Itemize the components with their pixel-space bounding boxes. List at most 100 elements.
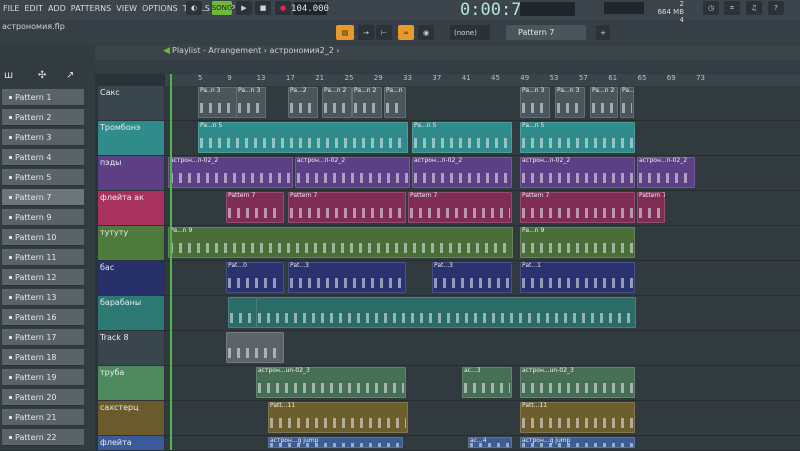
stop-button[interactable]: ■ <box>255 1 271 15</box>
pattern-list-item[interactable]: Pattern 18 <box>2 349 84 366</box>
track-header[interactable]: Тромбонэ <box>98 121 164 155</box>
pattern-list-item[interactable]: Pattern 3 <box>2 129 84 146</box>
menu-add[interactable]: ADD <box>48 4 66 13</box>
playlist-clip[interactable]: Pattern 7 <box>520 192 635 223</box>
playlist-clip[interactable]: Pa...n <box>620 87 634 118</box>
playlist-clip[interactable]: Pa...n 9 <box>520 227 635 258</box>
playlist-clip[interactable]: астрон...un-02_3 <box>256 367 406 398</box>
playlist-clip[interactable]: астрон...g jump <box>268 437 403 448</box>
playlist-clip[interactable]: астрон...п-02_2 <box>295 157 410 188</box>
song-mode-button[interactable]: SONG <box>212 1 232 15</box>
picker-audio-icon[interactable]: ↗ <box>66 70 74 81</box>
record-button[interactable]: ● <box>275 1 291 15</box>
playlist-clip[interactable]: Pa...n 2 <box>590 87 618 118</box>
snap-tool-icon[interactable]: ∞ <box>398 25 414 40</box>
pattern-list-item[interactable]: Pattern 21 <box>2 409 84 426</box>
track-header[interactable]: флейта <box>98 436 164 450</box>
pattern-list-item[interactable]: Pattern 22 <box>2 429 84 446</box>
microphone-icon[interactable]: ♫ <box>746 1 762 15</box>
menu-file[interactable]: FILE <box>3 4 19 13</box>
playlist-clip[interactable]: Pa...n 2 <box>352 87 382 118</box>
playlist-clip[interactable]: Pattern 7 <box>637 192 665 223</box>
playlist-clip[interactable] <box>226 332 284 363</box>
playlist-clip[interactable]: Patt...11 <box>268 402 408 433</box>
playlist-clip[interactable]: Pattern 7 <box>226 192 284 223</box>
track-header[interactable]: труба <box>98 366 164 400</box>
track-header[interactable]: сахстерц <box>98 401 164 435</box>
track-header[interactable]: тутуту <box>98 226 164 260</box>
pattern-list-item[interactable]: Pattern 1 <box>2 89 84 106</box>
pattern-list-item[interactable]: Pattern 17 <box>2 329 84 346</box>
menu-edit[interactable]: EDIT <box>24 4 42 13</box>
playlist-clip[interactable]: Pat...1 <box>520 262 635 293</box>
pattern-list-item[interactable]: Pattern 16 <box>2 309 84 326</box>
playlist-clip[interactable]: Pattern 7 <box>408 192 512 223</box>
record-mode-icon[interactable]: ◐ <box>186 1 202 15</box>
browse-mode-button[interactable]: ▤ <box>336 25 354 40</box>
pattern-list-item[interactable]: Pattern 13 <box>2 289 84 306</box>
playlist-clip[interactable]: астрон...п-02_2 <box>412 157 512 188</box>
arrow-tool-icon[interactable]: → <box>358 25 374 40</box>
menu-view[interactable]: VIEW <box>116 4 137 13</box>
none-selector[interactable]: (none) <box>450 25 490 40</box>
playlist-clip[interactable]: Pa...n 3 <box>520 87 550 118</box>
timeline-ruler[interactable]: 5 9 13 17 21 25 29 33 37 41 45 49 53 57 61 65 69 73 <box>165 74 800 86</box>
playlist-clip[interactable]: астрон...g jump <box>520 437 635 448</box>
playlist-clip[interactable]: астрон...п-02_2 <box>637 157 695 188</box>
pattern-list-item[interactable]: Pattern 20 <box>2 389 84 406</box>
pattern-list-item[interactable]: Pattern 12 <box>2 269 84 286</box>
pattern-selector[interactable]: Pattern 7 <box>506 25 586 40</box>
pattern-list-item[interactable]: Pattern 7 <box>2 189 84 206</box>
playlist-clip[interactable] <box>256 297 636 328</box>
playlist-clip[interactable]: ас...4 <box>468 437 512 448</box>
playlist-clip[interactable]: Pat...0 <box>226 262 284 293</box>
playlist-clip[interactable]: Pa...2 <box>288 87 318 118</box>
add-pattern-icon[interactable]: + <box>596 25 610 40</box>
pattern-list-item[interactable]: Pattern 10 <box>2 229 84 246</box>
playlist-clip[interactable]: Pa...n 9 <box>168 227 513 258</box>
playlist-clip[interactable]: Pa...n 3 <box>236 87 266 118</box>
pattern-list-item[interactable]: Pattern 11 <box>2 249 84 266</box>
slice-tool-icon[interactable]: ⊢ <box>376 25 392 40</box>
track-header[interactable]: пэды <box>98 156 164 190</box>
playlist-clip[interactable]: Pat...3 <box>432 262 512 293</box>
clock-icon[interactable]: ◷ <box>703 1 719 15</box>
picker-pattern-icon[interactable]: ш <box>4 70 13 81</box>
track-header[interactable]: Сакс <box>98 86 164 120</box>
tempo-icon[interactable]: ⌗ <box>724 1 740 15</box>
playlist-clip[interactable]: Pa...n <box>384 87 406 118</box>
playhead[interactable] <box>170 74 172 450</box>
pattern-list-item[interactable]: Pattern 5 <box>2 169 84 186</box>
playlist-clip[interactable]: астрон...п-02_2 <box>168 157 293 188</box>
playlist-clip[interactable]: ас...3 <box>462 367 512 398</box>
playlist-clip[interactable]: Pa...n 3 <box>555 87 585 118</box>
playlist-clip[interactable]: Pa...n 5 <box>412 122 512 153</box>
playlist-clip[interactable]: Patt...11 <box>520 402 635 433</box>
tempo-display[interactable]: 104.000 <box>291 2 329 15</box>
pattern-list-item[interactable]: Pattern 4 <box>2 149 84 166</box>
track-lane[interactable] <box>165 401 800 436</box>
playlist-clip[interactable]: астрон...п-02_2 <box>520 157 635 188</box>
help-icon[interactable]: ? <box>768 1 784 15</box>
menu-patterns[interactable]: PATTERNS <box>71 4 111 13</box>
pattern-list-item[interactable]: Pattern 2 <box>2 109 84 126</box>
play-button[interactable]: ▶ <box>236 1 252 15</box>
track-header[interactable]: барабаны <box>98 296 164 330</box>
record-tool-icon[interactable]: ◉ <box>418 25 434 40</box>
playlist-clip[interactable]: Pat...3 <box>288 262 406 293</box>
track-header[interactable]: Track 8 <box>98 331 164 365</box>
memory-line-3: 4 <box>679 16 684 24</box>
track-header[interactable]: бас <box>98 261 164 295</box>
track-header[interactable]: флейта ак <box>98 191 164 225</box>
playlist-clip[interactable]: Pa...n 2 <box>322 87 352 118</box>
menu-options[interactable]: OPTIONS <box>142 4 178 13</box>
pattern-list-item[interactable]: Pattern 19 <box>2 369 84 386</box>
playlist-arrow-icon[interactable]: ◀ <box>163 46 170 56</box>
picker-move-icon[interactable]: ✣ <box>38 70 46 81</box>
playlist-clip[interactable]: Pa...n 5 <box>520 122 635 153</box>
pattern-list-item[interactable]: Pattern 9 <box>2 209 84 226</box>
playlist-clip[interactable]: астрон...un-02_3 <box>520 367 635 398</box>
playlist-clip[interactable]: Pa...n 5 <box>198 122 408 153</box>
pattern-marker-icon <box>9 355 12 359</box>
playlist-clip[interactable]: Pattern 7 <box>288 192 406 223</box>
